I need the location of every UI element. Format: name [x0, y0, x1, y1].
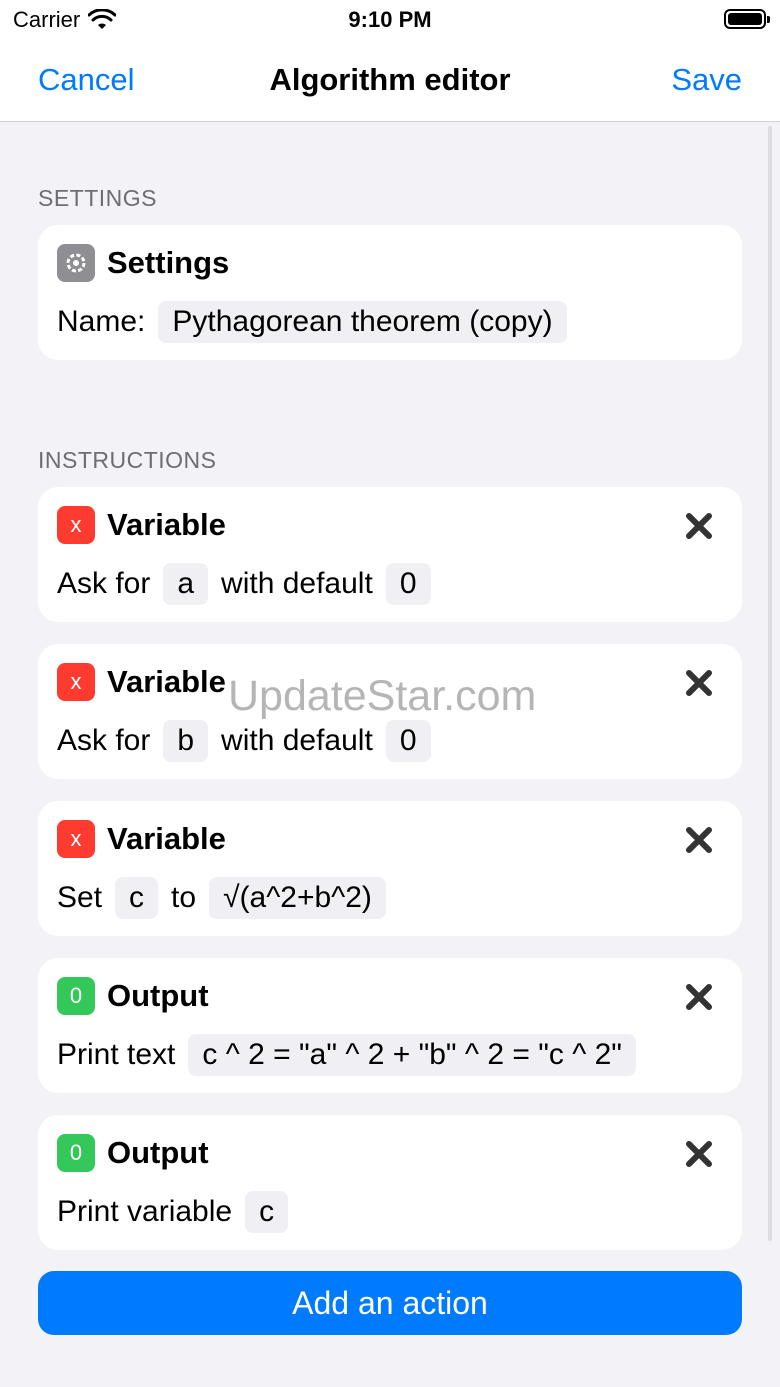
delete-instruction-button[interactable] — [682, 509, 716, 543]
instruction-card: x Variable Ask for b with default 0 — [38, 644, 742, 779]
variable-name-field[interactable]: a — [163, 563, 209, 605]
instruction-title: Variable — [107, 507, 226, 542]
instructions-section-header: INSTRUCTIONS — [38, 447, 217, 473]
save-button[interactable]: Save — [671, 62, 742, 98]
close-icon — [686, 1141, 712, 1167]
variable-name-field[interactable]: b — [163, 720, 209, 762]
instruction-text: Ask for — [57, 567, 151, 600]
print-text-field[interactable]: c ^ 2 = "a" ^ 2 + "b" ^ 2 = "c ^ 2" — [188, 1034, 636, 1076]
settings-section-header: SETTINGS — [38, 185, 158, 211]
nav-bar: Cancel Algorithm editor Save — [0, 40, 780, 122]
status-time: 9:10 PM — [348, 7, 432, 32]
output-badge-icon: 0 — [57, 1134, 95, 1172]
instruction-title: Output — [107, 978, 209, 1013]
delete-instruction-button[interactable] — [682, 1137, 716, 1171]
default-value-field[interactable]: 0 — [385, 720, 431, 762]
instruction-text: Print variable — [57, 1195, 233, 1228]
instruction-text: with default — [221, 724, 373, 757]
scroll-indicator[interactable] — [768, 126, 772, 1241]
instruction-title: Variable — [107, 664, 226, 699]
settings-card-title: Settings — [107, 245, 230, 280]
page-title: Algorithm editor — [269, 62, 511, 97]
instruction-text: Print text — [57, 1038, 176, 1071]
expression-field[interactable]: √(a^2+b^2) — [209, 877, 386, 919]
instruction-card: x Variable Set c to √(a^2+b^2) — [38, 801, 742, 936]
instruction-card: x Variable Ask for a with default 0 — [38, 487, 742, 622]
instruction-card: 0 Output Print text c ^ 2 = "a" ^ 2 + "b… — [38, 958, 742, 1093]
instruction-title: Output — [107, 1135, 209, 1170]
name-field[interactable]: Pythagorean theorem (copy) — [158, 301, 567, 343]
close-icon — [686, 513, 712, 539]
output-badge-icon: 0 — [57, 977, 95, 1015]
close-icon — [686, 984, 712, 1010]
instruction-text: with default — [221, 567, 373, 600]
delete-instruction-button[interactable] — [682, 980, 716, 1014]
add-action-button[interactable]: Add an action — [38, 1271, 742, 1335]
gear-icon — [57, 244, 95, 282]
delete-instruction-button[interactable] — [682, 666, 716, 700]
instruction-text: Ask for — [57, 724, 151, 757]
close-icon — [686, 670, 712, 696]
battery-icon — [724, 9, 770, 29]
close-icon — [686, 827, 712, 853]
variable-name-field[interactable]: c — [115, 877, 159, 919]
instruction-text: Set — [57, 881, 103, 914]
variable-badge-icon: x — [57, 663, 95, 701]
variable-name-field[interactable]: c — [245, 1191, 289, 1233]
status-bar: Carrier 9:10 PM — [0, 0, 780, 40]
instruction-title: Variable — [107, 821, 226, 856]
variable-badge-icon: x — [57, 506, 95, 544]
instruction-text: to — [171, 881, 197, 914]
delete-instruction-button[interactable] — [682, 823, 716, 857]
instruction-card: 0 Output Print variable c — [38, 1115, 742, 1250]
settings-card: Settings Name: Pythagorean theorem (copy… — [38, 225, 742, 360]
variable-badge-icon: x — [57, 820, 95, 858]
name-label: Name: — [57, 305, 146, 338]
default-value-field[interactable]: 0 — [385, 563, 431, 605]
